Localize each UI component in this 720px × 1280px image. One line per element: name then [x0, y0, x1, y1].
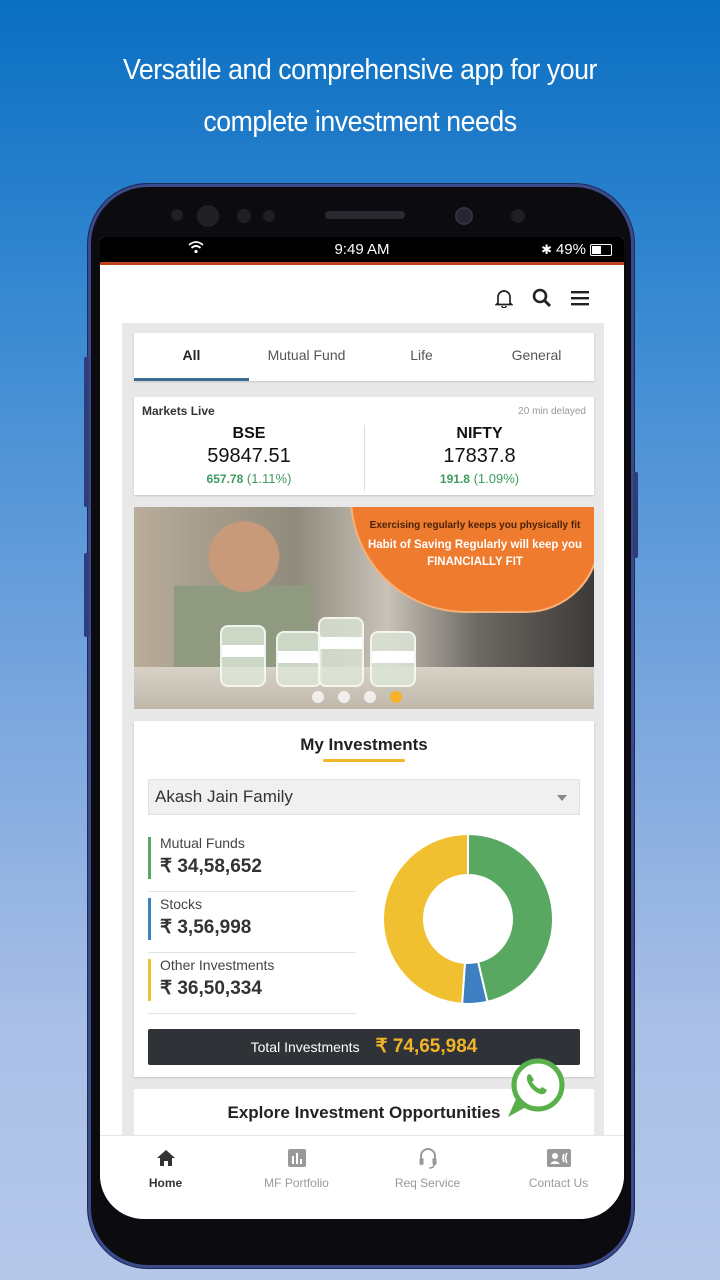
index-change-abs: 191.8: [439, 472, 470, 486]
sensor-dot: [171, 209, 183, 221]
whatsapp-icon: [508, 1058, 565, 1117]
index-name: NIFTY: [456, 425, 503, 442]
markets-title: Markets Live: [142, 404, 215, 418]
bottom-navigation: Home MF Portfolio Req Service Contact Us: [100, 1135, 624, 1219]
family-select[interactable]: Akash Jain Family: [148, 779, 580, 815]
index-bse: BSE 59847.51 657.78 (1.11%): [134, 425, 364, 486]
legend-amount: ₹ 36,50,334: [160, 978, 262, 999]
banner-jar: [220, 625, 266, 687]
search-icon[interactable]: [532, 287, 552, 309]
title-underline: [323, 759, 405, 762]
explore-title: Explore Investment Opportunities: [227, 1103, 501, 1122]
family-select-value: Akash Jain Family: [155, 787, 293, 806]
legend-label: Mutual Funds: [160, 835, 245, 851]
index-change: 657.78 (1.11%): [134, 471, 364, 486]
index-value: 59847.51: [207, 445, 291, 467]
chevron-down-icon: [557, 795, 567, 801]
tab-general[interactable]: General: [479, 333, 594, 381]
carousel-dot[interactable]: [338, 691, 350, 703]
my-investments-card: My Investments Akash Jain Family Mutual …: [134, 721, 594, 1077]
markets-delay-note: 20 min delayed: [518, 406, 586, 417]
promo-headline-line2: complete investment needs: [203, 106, 517, 138]
tab-all[interactable]: All: [134, 333, 249, 381]
index-change-pct: (1.11%): [246, 471, 292, 486]
menu-icon[interactable]: [570, 287, 590, 309]
bell-icon[interactable]: [494, 287, 514, 309]
headset-icon: [362, 1146, 493, 1170]
nav-mf-portfolio[interactable]: MF Portfolio: [231, 1136, 362, 1219]
banner-line2: Habit of Saving Regularly will keep you …: [367, 539, 583, 568]
bixby-button: [84, 553, 89, 637]
battery-percent: 49%: [555, 241, 586, 258]
index-name: BSE: [232, 425, 266, 442]
bar-chart-icon: [231, 1146, 362, 1170]
whatsapp-button[interactable]: [502, 1057, 568, 1123]
legend-color-bar: [148, 837, 151, 879]
contact-card-icon: [493, 1146, 624, 1170]
sensor-dot: [237, 209, 251, 223]
index-change-pct: (1.09%): [473, 471, 520, 486]
app-screen: 9:49 AM ✱ 49% All Mutual Fund Life Gener…: [100, 237, 624, 1219]
nav-label: MF Portfolio: [264, 1176, 329, 1190]
legend-color-bar: [148, 959, 151, 1001]
banner-line1: Exercising regularly keeps you physicall…: [369, 520, 581, 531]
investments-legend: Mutual Funds ₹ 34,58,652 Stocks ₹ 3,56,9…: [148, 831, 356, 1014]
phone-frame: 9:49 AM ✱ 49% All Mutual Fund Life Gener…: [84, 184, 638, 1268]
total-amount: ₹ 74,65,984: [375, 1036, 478, 1057]
carousel-dot[interactable]: [364, 691, 376, 703]
volume-button: [84, 357, 89, 507]
home-icon: [100, 1146, 231, 1170]
battery-icon: [590, 243, 612, 256]
legend-item-mutual-funds[interactable]: Mutual Funds ₹ 34,58,652: [148, 831, 356, 892]
nav-req-service[interactable]: Req Service: [362, 1136, 493, 1219]
index-change-abs: 657.78: [206, 472, 244, 486]
legend-amount: ₹ 34,58,652: [160, 856, 262, 877]
index-value: 17837.8: [443, 445, 516, 467]
carousel-dot[interactable]: [312, 691, 324, 703]
earpiece-speaker: [325, 211, 405, 219]
legend-amount: ₹ 3,56,998: [160, 917, 252, 938]
banner-jar: [276, 631, 322, 687]
promo-headline-line1: Versatile and comprehensive app for your: [122, 54, 597, 86]
sensor-dot: [263, 210, 275, 222]
donut-slice-other-investments[interactable]: [382, 833, 469, 1005]
investments-donut-chart: [382, 833, 554, 1005]
promo-banner-carousel[interactable]: Exercising regularly keeps you physicall…: [134, 507, 594, 709]
nav-home[interactable]: Home: [100, 1136, 231, 1219]
banner-jar: [370, 631, 416, 687]
legend-color-bar: [148, 898, 151, 940]
total-label: Total Investments: [250, 1039, 360, 1055]
carousel-dot-active[interactable]: [390, 691, 402, 703]
sensor-dot: [511, 209, 525, 223]
investments-title: My Investments: [300, 735, 428, 754]
home-content: All Mutual Fund Life General Markets Liv…: [122, 323, 604, 1135]
legend-item-other-investments[interactable]: Other Investments ₹ 36,50,334: [148, 953, 356, 1014]
status-bar: 9:49 AM ✱ 49%: [100, 237, 624, 265]
index-nifty: NIFTY 17837.8 191.8 (1.09%): [364, 425, 594, 491]
nav-label: Req Service: [394, 1176, 461, 1190]
index-change: 191.8 (1.09%): [365, 471, 594, 486]
carousel-indicators: [312, 691, 402, 703]
legend-item-stocks[interactable]: Stocks ₹ 3,56,998: [148, 892, 356, 953]
banner-jar: [318, 617, 364, 687]
nav-label: Contact Us: [528, 1176, 589, 1190]
iris-sensor: [197, 205, 219, 227]
markets-live-card[interactable]: Markets Live 20 min delayed BSE 59847.51…: [134, 397, 594, 495]
tab-mutual-fund[interactable]: Mutual Fund: [249, 333, 364, 381]
tab-life[interactable]: Life: [364, 333, 479, 381]
promo-headline: Versatile and comprehensive app for your…: [29, 44, 691, 148]
legend-label: Stocks: [160, 896, 203, 912]
front-camera: [455, 207, 473, 225]
banner-message-bubble: Exercising regularly keeps you physicall…: [350, 507, 594, 613]
bluetooth-icon: ✱: [541, 241, 552, 257]
nav-label: Home: [148, 1176, 183, 1190]
legend-label: Other Investments: [160, 957, 275, 973]
category-tabs: All Mutual Fund Life General: [134, 333, 594, 381]
nav-contact-us[interactable]: Contact Us: [493, 1136, 624, 1219]
power-button: [633, 472, 638, 558]
